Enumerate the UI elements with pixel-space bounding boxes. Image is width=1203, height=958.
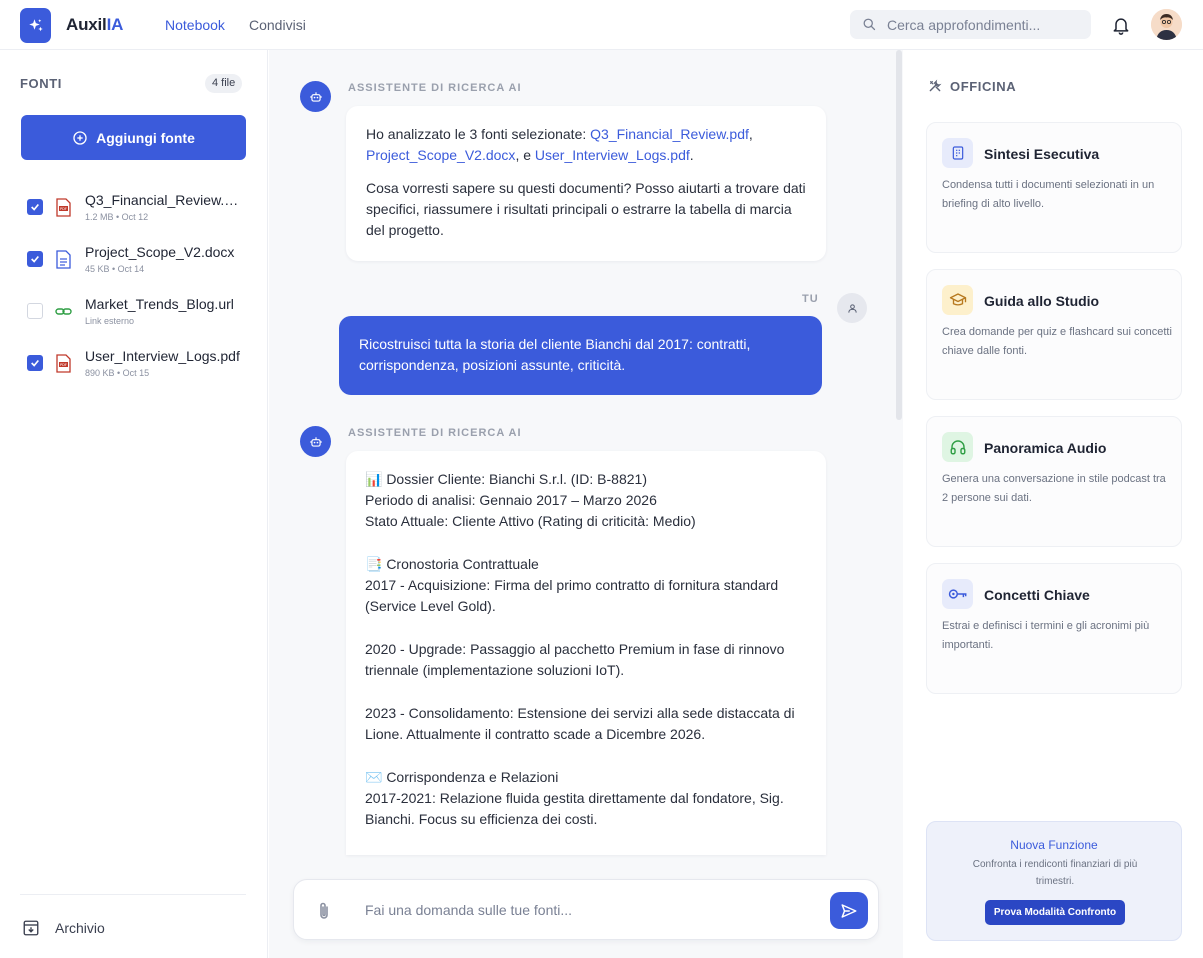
card-executive-summary[interactable]: Sintesi Esecutiva Condensa tutti i docum… — [926, 122, 1182, 253]
source-checkbox[interactable] — [27, 355, 43, 371]
sources-sidebar: FONTI 4 file Aggiungi fonte PDF Q3_Finan… — [0, 50, 268, 958]
user-icon — [837, 293, 867, 323]
source-checkbox[interactable] — [27, 303, 43, 319]
file-count-badge: 4 file — [205, 74, 243, 93]
card-study-guide[interactable]: Guida allo Studio Crea domande per quiz … — [926, 269, 1182, 400]
assistant-message: Ho analizzato le 3 fonti selezionate: Q3… — [346, 106, 826, 261]
document-summary-icon — [942, 138, 973, 168]
report-line: 2017 - Acquisizione: Firma del primo con… — [365, 577, 779, 614]
robot-icon — [300, 426, 331, 457]
search-icon — [863, 18, 876, 31]
report-heading: 📑 Cronostoria Contrattuale — [365, 556, 539, 572]
source-file-name: Q3_Financial_Review.pdf — [85, 192, 243, 208]
tools-icon — [929, 79, 942, 92]
sidebar-divider — [20, 894, 246, 895]
archive-link[interactable]: Archivio — [22, 919, 105, 937]
assistant-label: ASSISTENTE DI RICERCA AI — [348, 82, 522, 94]
source-link[interactable]: Q3_Financial_Review.pdf — [590, 126, 749, 142]
source-file-item[interactable]: Market_Trends_Blog.url Link esterno — [0, 294, 268, 334]
source-file-item[interactable]: Project_Scope_V2.docx 45 KB • Oct 14 — [0, 242, 268, 282]
workshop-title: OFFICINA — [950, 79, 1017, 94]
plus-circle-icon — [73, 130, 87, 145]
source-file-meta: 1.2 MB • Oct 12 — [85, 212, 149, 222]
source-file-name: Project_Scope_V2.docx — [85, 244, 235, 260]
new-feature-promo: Nuova Funzione Confronta i rendiconti fi… — [926, 821, 1182, 941]
pdf-icon: PDF — [56, 354, 71, 373]
source-checkbox[interactable] — [27, 199, 43, 215]
card-title: Sintesi Esecutiva — [984, 146, 1100, 162]
source-file-meta: Link esterno — [85, 316, 135, 326]
assistant-message-intro: Ho analizzato le 3 fonti selezionate: Q3… — [366, 126, 753, 163]
card-key-concepts[interactable]: Concetti Chiave Estrai e definisci i ter… — [926, 563, 1182, 694]
bell-icon[interactable] — [1111, 14, 1131, 36]
nav-notebook[interactable]: Notebook — [165, 17, 225, 33]
avatar[interactable] — [1151, 9, 1182, 40]
workshop-panel: OFFICINA Sintesi Esecutiva Condensa tutt… — [904, 50, 1203, 958]
graduation-cap-icon — [942, 285, 973, 315]
card-audio-overview[interactable]: Panoramica Audio Genera una conversazion… — [926, 416, 1182, 547]
chat-scrollbar[interactable] — [896, 50, 902, 420]
sources-title: FONTI — [20, 76, 62, 91]
source-file-item[interactable]: PDF User_Interview_Logs.pdf 890 KB • Oct… — [0, 346, 268, 386]
card-description: Crea domande per quiz e flashcard sui co… — [942, 326, 1172, 357]
card-description: Genera una conversazione in stile podcas… — [942, 473, 1166, 504]
headphones-icon — [942, 432, 973, 462]
send-icon — [841, 903, 857, 918]
chat-composer[interactable]: Fai una domanda sulle tue fonti... — [293, 879, 879, 940]
assistant-message-question: Cosa vorresti sapere su questi documenti… — [366, 180, 806, 238]
source-checkbox[interactable] — [27, 251, 43, 267]
nav-condivisi[interactable]: Condivisi — [249, 17, 306, 33]
add-source-button[interactable]: Aggiungi fonte — [21, 115, 246, 160]
search-input[interactable]: Cerca approfondimenti... — [850, 10, 1091, 39]
card-title: Guida allo Studio — [984, 293, 1100, 309]
doc-icon — [56, 250, 71, 269]
card-description: Estrai e definisci i termini e gli acron… — [942, 620, 1150, 651]
add-source-label: Aggiungi fonte — [96, 129, 195, 146]
app-name: AuxilIA — [66, 15, 124, 34]
source-link[interactable]: User_Interview_Logs.pdf — [535, 147, 690, 163]
report-line: 2017-2021: Relazione fluida gestita dire… — [365, 790, 784, 827]
try-compare-mode-button[interactable]: Prova Modalità Confronto — [985, 900, 1125, 925]
report-heading: ✉️ Corrispondenza e Relazioni — [365, 769, 559, 785]
report-line: 2023 - Consolidamento: Estensione dei se… — [365, 705, 795, 742]
key-icon — [942, 579, 973, 609]
source-file-item[interactable]: PDF Q3_Financial_Review.pdf 1.2 MB • Oct… — [0, 190, 268, 230]
svg-text:PDF: PDF — [60, 363, 67, 367]
source-file-meta: 890 KB • Oct 15 — [85, 368, 150, 378]
archive-label: Archivio — [55, 920, 105, 936]
card-title: Panoramica Audio — [984, 440, 1107, 456]
pdf-icon: PDF — [56, 198, 71, 217]
paperclip-icon[interactable] — [316, 901, 332, 921]
search-placeholder: Cerca approfondimenti... — [887, 16, 1041, 33]
source-file-name: Market_Trends_Blog.url — [85, 296, 234, 312]
robot-icon — [300, 81, 331, 112]
sparkle-logo-icon — [20, 8, 51, 43]
report-line: Periodo di analisi: Gennaio 2017 – Marzo… — [365, 492, 657, 508]
user-message: Ricostruisci tutta la storia del cliente… — [339, 316, 822, 395]
assistant-label: ASSISTENTE DI RICERCA AI — [348, 427, 522, 439]
composer-placeholder: Fai una domanda sulle tue fonti... — [365, 902, 573, 918]
promo-title: Nuova Funzione — [1010, 838, 1098, 852]
assistant-report: 📊 Dossier Cliente: Bianchi S.r.l. (ID: B… — [346, 451, 826, 855]
source-link[interactable]: Project_Scope_V2.docx — [366, 147, 515, 163]
svg-text:PDF: PDF — [60, 207, 67, 211]
archive-icon — [23, 920, 39, 936]
user-label: TU — [802, 293, 819, 305]
source-file-meta: 45 KB • Oct 14 — [85, 264, 145, 274]
report-line: 2020 - Upgrade: Passaggio al pacchetto P… — [365, 641, 785, 678]
report-line: Stato Attuale: Cliente Attivo (Rating di… — [365, 513, 696, 529]
report-line: 📊 Dossier Cliente: Bianchi S.r.l. (ID: B… — [365, 471, 647, 487]
link-icon — [55, 308, 72, 315]
card-description: Condensa tutti i documenti selezionati i… — [942, 179, 1155, 210]
card-title: Concetti Chiave — [984, 587, 1090, 603]
source-file-name: User_Interview_Logs.pdf — [85, 348, 240, 364]
send-button[interactable] — [830, 892, 868, 929]
promo-description: Confronta i rendiconti finanziari di più… — [972, 859, 1138, 887]
top-bar: AuxilIA Notebook Condivisi Cerca approfo… — [0, 0, 1203, 50]
